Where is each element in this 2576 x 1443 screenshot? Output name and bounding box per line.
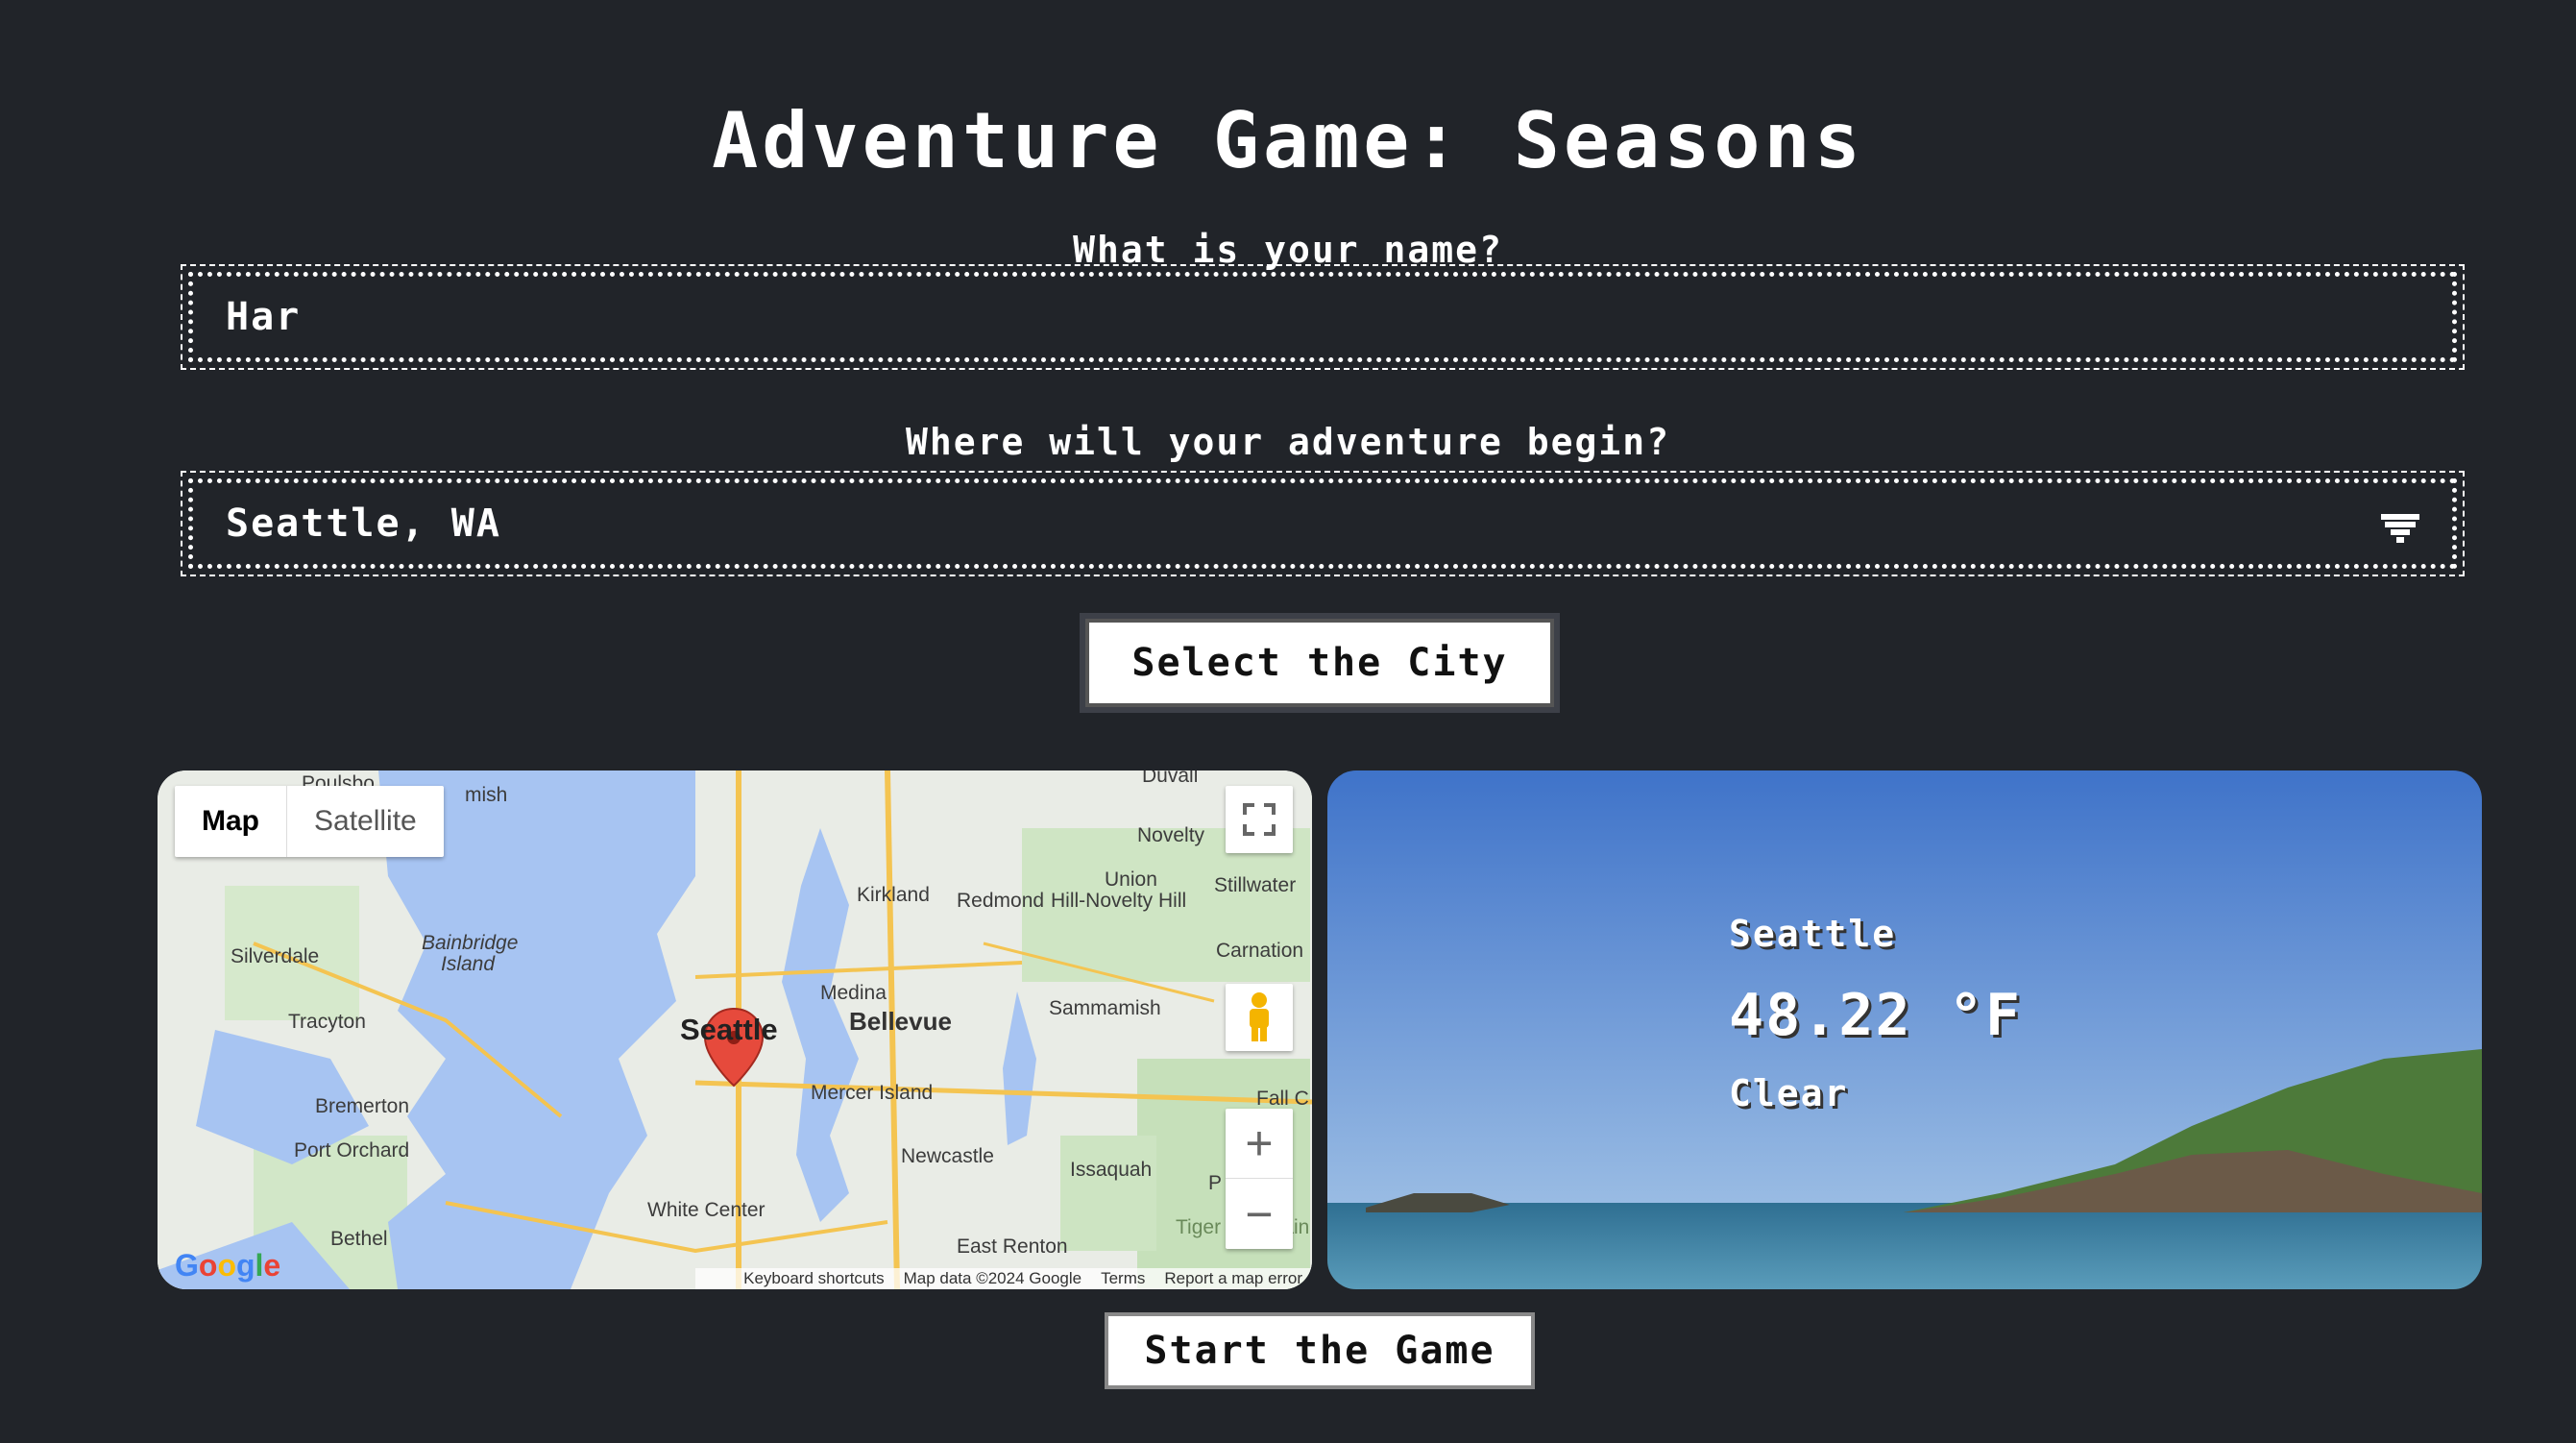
fullscreen-icon bbox=[1243, 803, 1276, 836]
map-label: Bainbridge bbox=[422, 932, 519, 954]
fullscreen-button[interactable] bbox=[1226, 786, 1293, 853]
select-city-button[interactable]: Select the City bbox=[1085, 619, 1554, 707]
map-label: Newcastle bbox=[901, 1145, 994, 1167]
map-label: Silverdale bbox=[231, 945, 320, 967]
pegman-icon bbox=[1250, 992, 1269, 1041]
map-label: Bethel bbox=[330, 1228, 388, 1250]
city-select[interactable]: Seattle, WA bbox=[181, 471, 2465, 576]
street-view-button[interactable] bbox=[1226, 984, 1293, 1051]
name-input-value: Har bbox=[226, 295, 302, 339]
map-label: Sammamish bbox=[1049, 997, 1161, 1019]
map-label-seattle: Seattle bbox=[680, 1013, 778, 1046]
map-type-control[interactable]: Map Satellite bbox=[175, 786, 444, 857]
start-game-button[interactable]: Start the Game bbox=[1105, 1312, 1535, 1389]
map-label: Medina bbox=[820, 982, 887, 1004]
weather-card: Seattle 48.22 °F Clear bbox=[1327, 770, 2482, 1289]
map-footer: Keyboard shortcuts Map data ©2024 Google… bbox=[695, 1268, 1312, 1289]
map-tab-satellite[interactable]: Satellite bbox=[287, 786, 444, 857]
map-tab-map[interactable]: Map bbox=[175, 786, 287, 857]
map-label: Redmond bbox=[957, 890, 1045, 912]
map-label: Mercer Island bbox=[811, 1082, 934, 1104]
map-label: Bremerton bbox=[315, 1095, 410, 1117]
city-label: Where will your adventure begin? bbox=[905, 421, 1671, 463]
map-label: P bbox=[1208, 1172, 1223, 1194]
map-data-text: Map data ©2024 Google bbox=[903, 1269, 1082, 1287]
map-label: Kirkland bbox=[857, 884, 930, 906]
terms-link[interactable]: Terms bbox=[1101, 1269, 1145, 1288]
map-label: Fall C bbox=[1256, 1088, 1309, 1110]
weather-temperature: 48.22 °F bbox=[1729, 982, 2022, 1049]
report-error-link[interactable]: Report a map error bbox=[1164, 1269, 1302, 1288]
zoom-out-button[interactable]: − bbox=[1226, 1179, 1293, 1249]
map-label: East Renton bbox=[957, 1235, 1068, 1258]
map-label: Issaquah bbox=[1070, 1159, 1153, 1181]
page-title: Adventure Game: Seasons bbox=[712, 96, 1864, 185]
map-label: Novelty bbox=[1137, 824, 1205, 846]
map-label: Island bbox=[441, 953, 496, 975]
weather-city: Seattle bbox=[1729, 913, 1897, 955]
map-label: Duvall bbox=[1142, 770, 1199, 787]
name-label: What is your name? bbox=[1073, 229, 1503, 271]
map-label: Carnation bbox=[1216, 940, 1304, 962]
map-widget[interactable]: Poulsbo mish Duvall Novelty Union Hill-N… bbox=[158, 770, 1312, 1289]
page: Adventure Game: Seasons What is your nam… bbox=[0, 0, 2576, 1443]
map-label: Tracyton bbox=[288, 1011, 366, 1033]
map-label: Hill-Novelty Hill bbox=[1051, 890, 1187, 912]
google-logo: Google bbox=[175, 1248, 281, 1283]
map-label: Bellevue bbox=[849, 1007, 952, 1036]
keyboard-shortcuts-link[interactable]: Keyboard shortcuts bbox=[743, 1269, 884, 1288]
city-select-value: Seattle, WA bbox=[226, 501, 501, 546]
chevron-down-icon bbox=[2381, 514, 2419, 543]
map-label: Stillwater bbox=[1214, 874, 1297, 896]
map-label: mish bbox=[465, 784, 508, 806]
zoom-in-button[interactable]: + bbox=[1226, 1109, 1293, 1179]
zoom-control[interactable]: + − bbox=[1226, 1109, 1293, 1249]
map-label: Union bbox=[1105, 868, 1157, 891]
map-label: Port Orchard bbox=[294, 1139, 410, 1162]
name-input[interactable]: Har bbox=[181, 264, 2465, 370]
map-label: White Center bbox=[647, 1199, 766, 1221]
weather-condition: Clear bbox=[1729, 1072, 1849, 1114]
